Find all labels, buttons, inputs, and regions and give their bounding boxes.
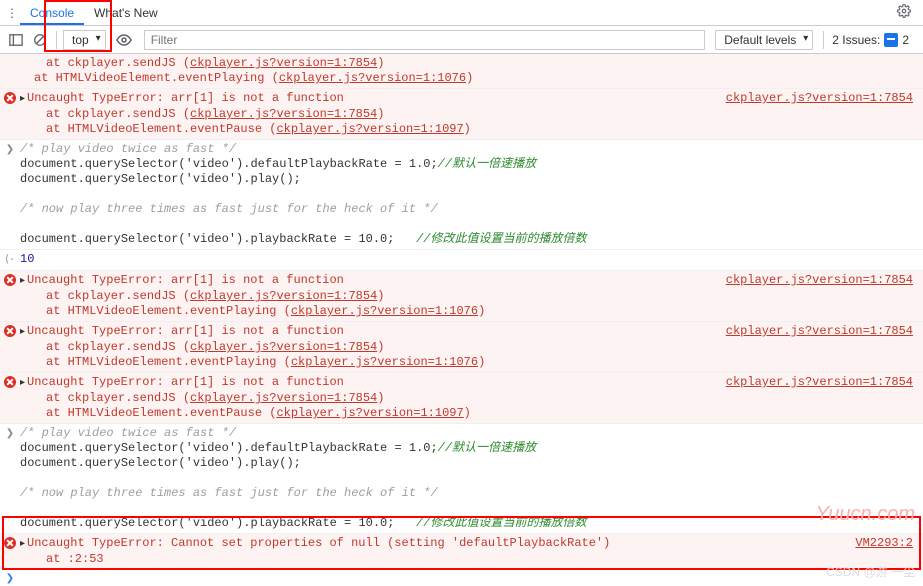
source-link[interactable]: ckplayer.js?version=1:7854: [190, 340, 377, 354]
tab-whatsnew[interactable]: What's New: [84, 2, 168, 24]
console-output-row: ⟨·10: [0, 250, 923, 271]
console-prompt[interactable]: [20, 572, 923, 584]
filter-input[interactable]: [144, 30, 706, 50]
source-link[interactable]: ckplayer.js?version=1:1076: [291, 355, 478, 369]
source-link[interactable]: ckplayer.js?version=1:7854: [726, 375, 923, 421]
levels-select[interactable]: Default levels: [715, 30, 813, 50]
chevron-left-icon: ⟨·: [5, 253, 15, 268]
clear-console-icon[interactable]: [30, 30, 50, 50]
error-icon: [4, 325, 16, 337]
console-error-row[interactable]: ▸Uncaught TypeError: arr[1] is not a fun…: [0, 373, 923, 424]
chevron-right-icon: ❯: [6, 143, 14, 247]
source-link[interactable]: ckplayer.js?version=1:7854: [726, 324, 923, 370]
issues-label: 2 Issues:: [832, 33, 880, 47]
source-link[interactable]: ckplayer.js?version=1:7854: [726, 91, 923, 137]
source-link[interactable]: ckplayer.js?version=1:7854: [190, 391, 377, 405]
live-expression-icon[interactable]: [114, 30, 134, 50]
issues-button[interactable]: 2 Issues: 2: [823, 31, 917, 49]
source-link[interactable]: ckplayer.js?version=1:7854: [190, 107, 377, 121]
source-link[interactable]: ckplayer.js?version=1:1097: [276, 122, 463, 136]
source-link[interactable]: ckplayer.js?version=1:1076: [279, 71, 466, 85]
source-link[interactable]: ckplayer.js?version=1:1097: [276, 406, 463, 420]
error-icon: [4, 274, 16, 286]
console-input-row: ❯/* play video twice as fast */ document…: [0, 424, 923, 534]
error-icon: [4, 376, 16, 388]
more-menu-icon[interactable]: ⋮: [4, 6, 20, 20]
source-link[interactable]: ckplayer.js?version=1:7854: [190, 289, 377, 303]
console-error-row[interactable]: ▸Uncaught TypeError: arr[1] is not a fun…: [0, 89, 923, 140]
context-select[interactable]: top: [63, 30, 106, 50]
source-link[interactable]: ckplayer.js?version=1:7854: [726, 273, 923, 319]
error-icon: [4, 537, 16, 549]
error-icon: [4, 92, 16, 104]
console-error-row[interactable]: ▸Uncaught TypeError: arr[1] is not a fun…: [0, 322, 923, 373]
tab-console[interactable]: Console: [20, 2, 84, 24]
console-input-row: ❯/* play video twice as fast */ document…: [0, 140, 923, 250]
issues-count: 2: [902, 33, 909, 47]
chevron-right-icon: ❯: [6, 427, 14, 531]
console-error-row[interactable]: ▸Uncaught TypeError: arr[1] is not a fun…: [0, 271, 923, 322]
gear-icon[interactable]: [889, 4, 919, 21]
source-link[interactable]: ckplayer.js?version=1:7854: [190, 56, 377, 70]
console-error-row[interactable]: at ckplayer.sendJS (ckplayer.js?version=…: [0, 54, 923, 89]
toggle-sidebar-icon[interactable]: [6, 30, 26, 50]
issues-icon: [884, 33, 898, 47]
prompt-chevron-icon: ❯: [6, 573, 14, 584]
source-link[interactable]: ckplayer.js?version=1:1076: [291, 304, 478, 318]
console-error-row[interactable]: ▸Uncaught TypeError: Cannot set properti…: [0, 534, 923, 570]
